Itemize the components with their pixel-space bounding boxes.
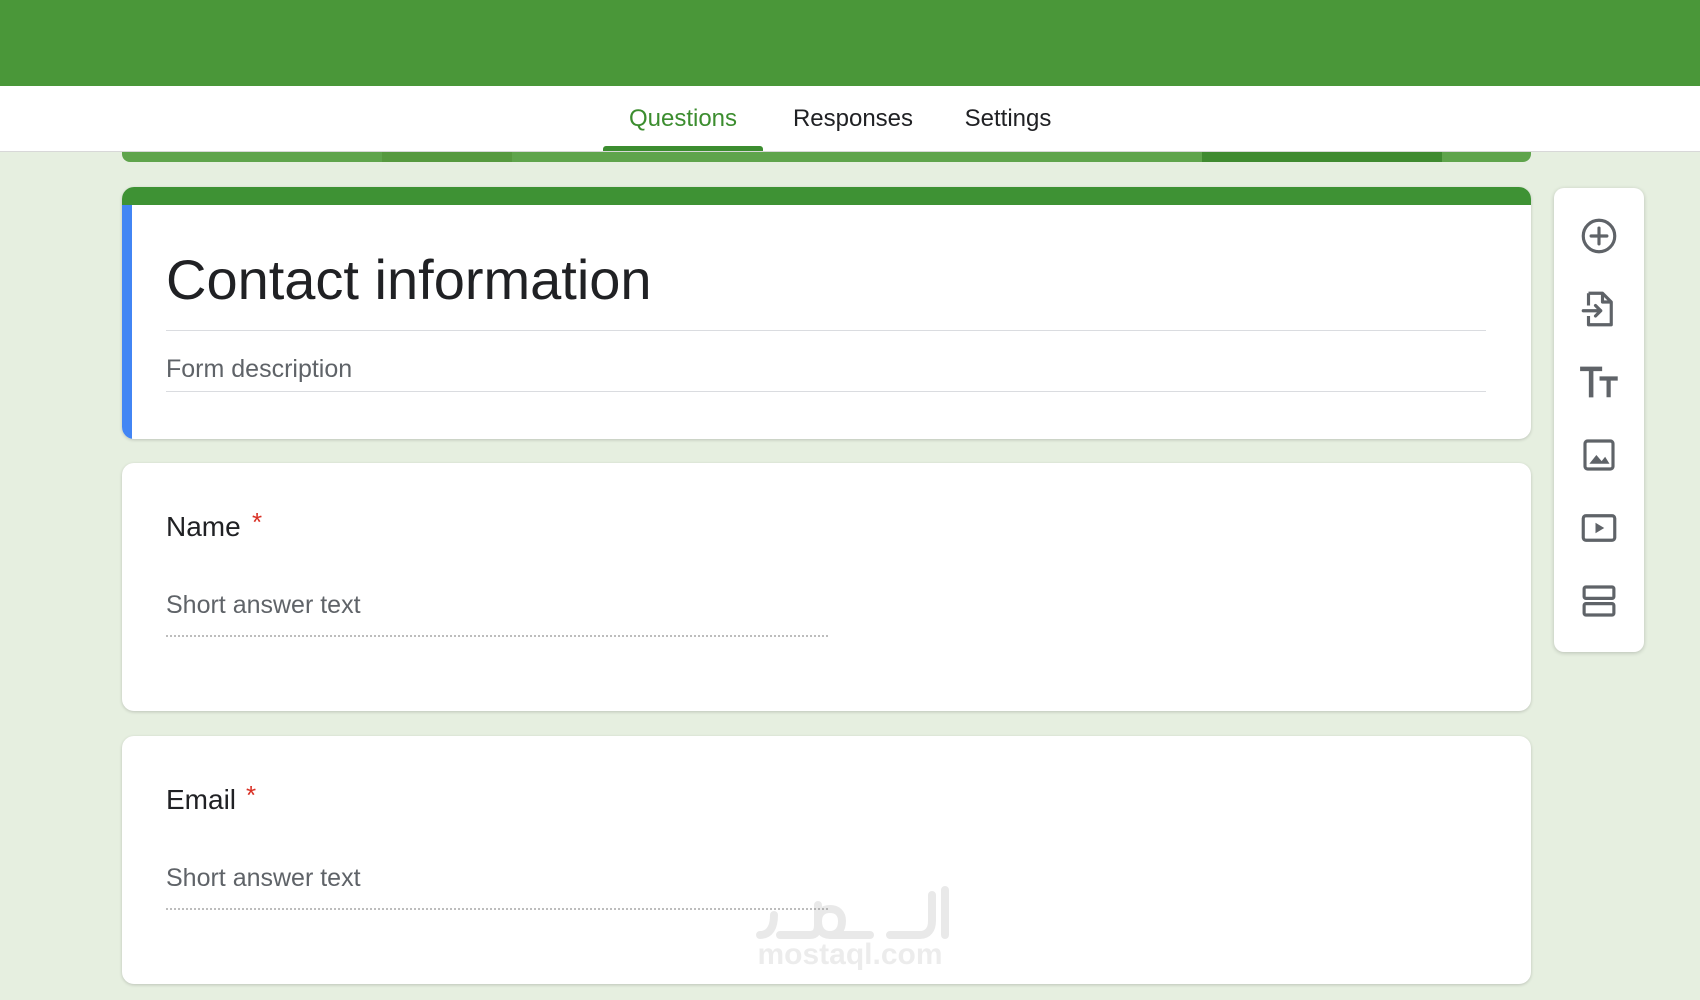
short-answer-placeholder: Short answer text	[166, 591, 361, 619]
active-tab-indicator	[603, 146, 763, 151]
image-icon	[1583, 439, 1615, 471]
header-bar	[0, 0, 1700, 86]
description-underline	[166, 391, 1486, 392]
floating-toolbar	[1554, 188, 1644, 652]
add-section-button[interactable]	[1575, 577, 1623, 625]
tab-bar: Questions Responses Settings	[0, 86, 1700, 152]
answer-underline	[166, 908, 828, 910]
form-title[interactable]: Contact information	[166, 249, 1486, 311]
question-card-name[interactable]: Name * Short answer text	[122, 463, 1531, 711]
tab-responses[interactable]: Responses	[778, 86, 928, 152]
section-icon	[1582, 585, 1616, 617]
form-description-field[interactable]: Form description	[166, 355, 1486, 384]
question-card-email[interactable]: Email * Short answer text	[122, 736, 1531, 984]
video-icon	[1581, 514, 1617, 542]
import-questions-button[interactable]	[1575, 285, 1623, 333]
title-card-accent	[122, 187, 1531, 205]
short-answer-placeholder: Short answer text	[166, 864, 361, 892]
required-asterisk: *	[252, 507, 263, 537]
form-title-card[interactable]: Contact information Form description	[122, 187, 1531, 439]
question-label: Name	[166, 511, 241, 542]
tab-settings[interactable]: Settings	[948, 86, 1068, 152]
tab-questions[interactable]: Questions	[603, 86, 763, 152]
add-image-button[interactable]	[1575, 431, 1623, 479]
add-question-button[interactable]	[1575, 212, 1623, 260]
header-image-strip	[122, 152, 1531, 162]
title-underline	[166, 330, 1486, 331]
answer-underline	[166, 635, 828, 637]
selected-card-indicator	[122, 205, 132, 439]
add-title-button[interactable]	[1575, 358, 1623, 406]
question-label: Email	[166, 784, 237, 815]
add-video-button[interactable]	[1575, 504, 1623, 552]
import-questions-icon	[1581, 291, 1613, 327]
title-text-icon	[1580, 366, 1618, 398]
add-circle-icon	[1581, 218, 1617, 254]
required-asterisk: *	[246, 780, 257, 810]
